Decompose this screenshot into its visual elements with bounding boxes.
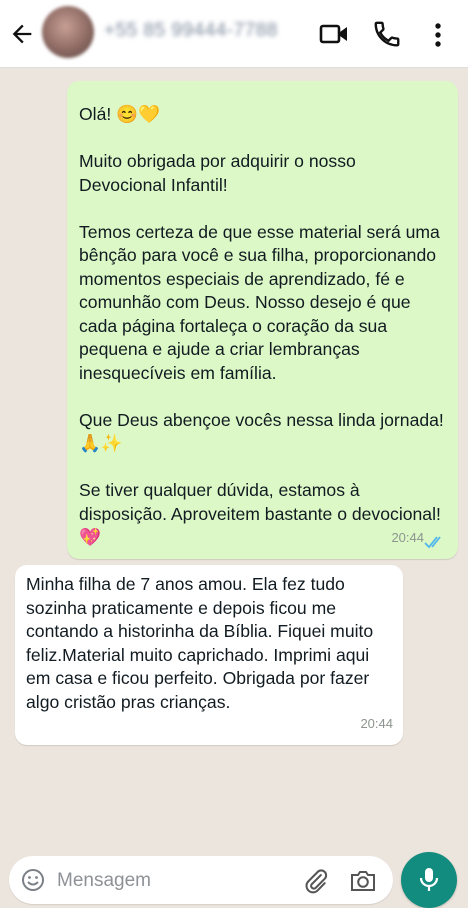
video-call-icon[interactable]: [318, 20, 350, 48]
avatar[interactable]: [42, 6, 94, 58]
message-paragraph: Olá! 😊💛: [79, 104, 160, 124]
message-paragraph: Que Deus abençoe vocês nessa linda jorna…: [79, 409, 444, 454]
message-paragraph: Temos certeza de que esse material será …: [79, 221, 440, 383]
message-paragraph: Muito obrigada por adquirir o nosso Devo…: [79, 151, 356, 195]
more-options-icon[interactable]: [430, 20, 446, 50]
back-arrow-icon[interactable]: [8, 20, 36, 48]
read-receipt-icon: [424, 536, 441, 549]
chat-header: +55 85 99444-7788: [0, 0, 468, 68]
emoji-icon[interactable]: [21, 868, 45, 892]
chat-area: Olá! 😊💛 Muito obrigada por adquirir o no…: [0, 69, 468, 855]
attach-clip-icon[interactable]: [303, 868, 329, 894]
message-time: 20:44: [391, 529, 424, 545]
camera-icon[interactable]: [349, 868, 377, 894]
message-paragraph: Minha filha de 7 anos amou. Ela fez tudo…: [26, 574, 374, 712]
microphone-icon: [419, 868, 439, 891]
phone-call-icon[interactable]: [372, 19, 402, 49]
message-time: 20:44: [360, 715, 393, 731]
microphone-button[interactable]: [401, 852, 457, 908]
contact-name[interactable]: +55 85 99444-7788: [104, 20, 278, 42]
incoming-message-bubble[interactable]: Minha filha de 7 anos amou. Ela fez tudo…: [15, 565, 403, 745]
message-input[interactable]: [55, 866, 279, 896]
message-composer: [9, 856, 393, 904]
outgoing-message-bubble[interactable]: Olá! 😊💛 Muito obrigada por adquirir o no…: [67, 81, 458, 559]
